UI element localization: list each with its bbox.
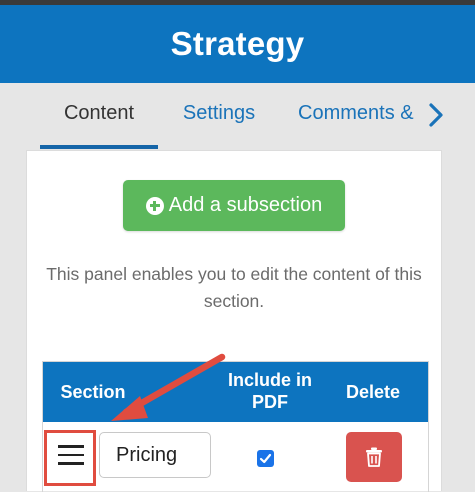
- plus-circle-icon: [145, 196, 164, 215]
- drag-handle-icon[interactable]: [58, 445, 84, 465]
- tab-bar: Content Settings Comments &: [0, 83, 475, 149]
- trash-icon: [366, 447, 382, 467]
- page-header: Strategy: [0, 5, 475, 83]
- content-panel: Add a subsection This panel enables you …: [26, 150, 442, 492]
- table-row: Pricing: [43, 422, 428, 492]
- annotation-highlight-box: [44, 430, 96, 486]
- checkmark-icon: [259, 453, 272, 464]
- subsection-table: Section Include in PDF Delete Pricing: [42, 361, 429, 492]
- section-name-input[interactable]: Pricing: [99, 432, 211, 478]
- chevron-right-icon[interactable]: [424, 101, 448, 129]
- table-header: Section Include in PDF Delete: [43, 362, 428, 422]
- tab-comments[interactable]: Comments &: [298, 83, 428, 146]
- tab-content[interactable]: Content: [40, 83, 158, 149]
- page-title: Strategy: [170, 25, 305, 62]
- include-in-pdf-checkbox[interactable]: [257, 450, 274, 467]
- panel-description: This panel enables you to edit the conte…: [46, 264, 422, 311]
- column-header-section: Section: [60, 382, 126, 402]
- add-subsection-label: Add a subsection: [168, 194, 323, 216]
- delete-button[interactable]: [346, 432, 402, 482]
- add-subsection-button[interactable]: Add a subsection: [123, 180, 345, 231]
- tab-settings[interactable]: Settings: [168, 83, 270, 146]
- column-header-delete: Delete: [345, 382, 401, 402]
- column-header-include-pdf: Include in PDF: [227, 370, 312, 412]
